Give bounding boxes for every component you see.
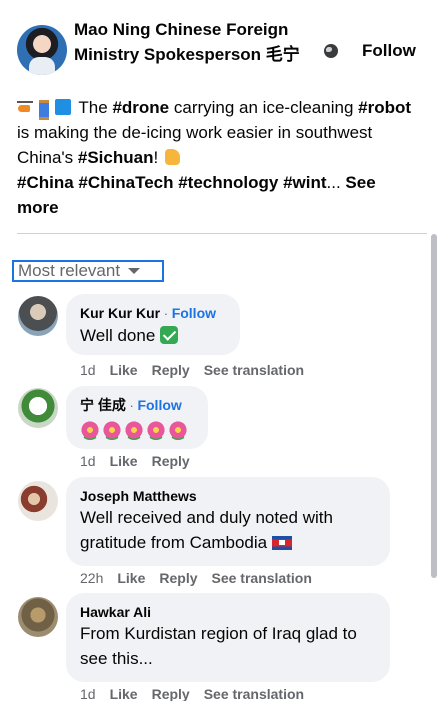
comment-text — [80, 415, 194, 443]
post-text-segment: ! — [153, 148, 163, 167]
post-header: Mao Ning Chinese Foreign Ministry Spokes… — [17, 17, 417, 77]
hashtag-drone[interactable]: #drone — [112, 98, 169, 117]
post-text: The #drone carrying an ice-cleaning #rob… — [17, 95, 412, 220]
comment-author[interactable]: 宁 佳成 — [80, 397, 126, 413]
caret-down-icon — [128, 268, 141, 274]
flower-icon — [80, 420, 100, 440]
like-button[interactable]: Like — [117, 570, 145, 586]
see-translation-link[interactable]: See translation — [204, 686, 304, 701]
comment-actions: 1d Like Reply — [80, 453, 204, 469]
comment-follow-button[interactable]: Follow — [172, 305, 216, 321]
post-text-segment: The — [78, 98, 113, 117]
comment-actions: 1d Like Reply See translation — [80, 686, 318, 701]
avatar[interactable] — [18, 481, 58, 521]
blue-cube-icon — [55, 99, 71, 115]
dot-separator: · — [125, 398, 138, 413]
comment-bubble: 宁 佳成 · Follow — [66, 386, 208, 449]
helicopter-icon — [17, 99, 33, 115]
comment-text: Well done — [80, 323, 226, 348]
post-text-segment: is making the de-icing work easier in so… — [17, 123, 373, 167]
like-button[interactable]: Like — [110, 362, 138, 378]
reply-button[interactable]: Reply — [159, 570, 197, 586]
ellipsis: ... — [326, 173, 346, 192]
flower-icon — [146, 420, 166, 440]
thread-spool-icon — [36, 99, 52, 120]
comment-bubble: Joseph Matthews Well received and duly n… — [66, 477, 390, 566]
dot-separator: · — [160, 306, 172, 321]
comment-author[interactable]: Hawkar Ali — [80, 603, 376, 621]
divider — [17, 233, 427, 234]
hashtag-list[interactable]: #China #ChinaTech #technology #wint — [17, 173, 327, 192]
post-text-segment: carrying an ice-cleaning — [169, 98, 359, 117]
see-translation-link[interactable]: See translation — [204, 362, 304, 378]
comment-bubble: Kur Kur Kur · Follow Well done — [66, 294, 240, 355]
comment-time[interactable]: 22h — [80, 570, 103, 586]
like-button[interactable]: Like — [110, 686, 138, 701]
hashtag-sichuan[interactable]: #Sichuan — [78, 148, 154, 167]
check-mark-icon — [160, 326, 179, 344]
avatar[interactable] — [18, 296, 58, 336]
comment-time[interactable]: 1d — [80, 686, 96, 701]
comment-author[interactable]: Kur Kur Kur — [80, 305, 160, 321]
reply-button[interactable]: Reply — [152, 362, 190, 378]
avatar[interactable] — [18, 597, 58, 637]
comment-author-line: 宁 佳成 · Follow — [80, 396, 194, 415]
comment-follow-button[interactable]: Follow — [137, 397, 181, 413]
cambodia-flag-icon — [271, 536, 292, 550]
flower-icon — [102, 420, 122, 440]
reply-button[interactable]: Reply — [152, 453, 190, 469]
page-name[interactable]: Mao Ning Chinese Foreign Ministry Spokes… — [74, 17, 324, 67]
avatar[interactable] — [18, 388, 58, 428]
comment-text-content: Well received and duly noted with gratit… — [80, 508, 333, 552]
comment-actions: 1d Like Reply See translation — [80, 362, 318, 378]
like-button[interactable]: Like — [110, 453, 138, 469]
comment-time[interactable]: 1d — [80, 453, 96, 469]
comment-text: From Kurdistan region of Iraq glad to se… — [80, 624, 357, 668]
scrollbar[interactable] — [431, 234, 437, 578]
hashtag-robot[interactable]: #robot — [358, 98, 411, 117]
reply-button[interactable]: Reply — [152, 686, 190, 701]
thumbs-up-icon — [164, 149, 180, 165]
flower-icon — [168, 420, 188, 440]
follow-button[interactable]: Follow — [362, 41, 416, 61]
see-translation-link[interactable]: See translation — [212, 570, 312, 586]
globe-icon — [324, 44, 338, 58]
comment-author[interactable]: Joseph Matthews — [80, 487, 376, 505]
comment-text-content: Well done — [80, 326, 156, 345]
comment-text: Well received and duly noted with gratit… — [80, 505, 376, 555]
comment-sort-dropdown[interactable]: Most relevant — [12, 260, 164, 282]
comment-actions: 22h Like Reply See translation — [80, 570, 326, 586]
page-avatar[interactable] — [17, 25, 67, 75]
comment-time[interactable]: 1d — [80, 362, 96, 378]
comment-sort-label: Most relevant — [18, 261, 121, 280]
comment-author-line: Kur Kur Kur · Follow — [80, 304, 226, 323]
comment-bubble: Hawkar Ali From Kurdistan region of Iraq… — [66, 593, 390, 682]
flower-icon — [124, 420, 144, 440]
